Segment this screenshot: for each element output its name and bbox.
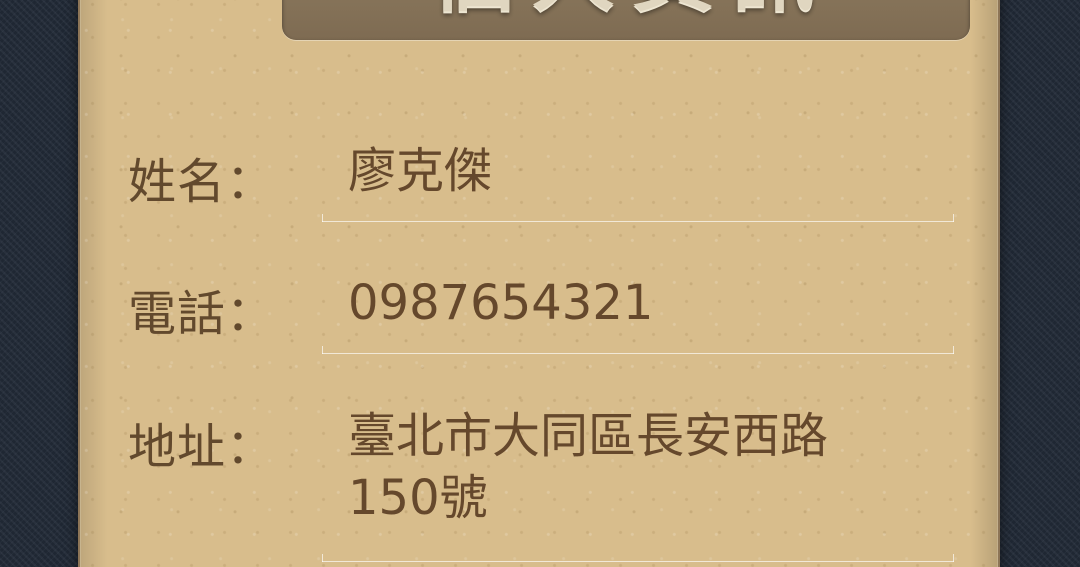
phone-separator xyxy=(322,346,954,354)
profile-screen: 個人資訊 姓名： 廖克傑 電話： 0987654321 地址： 臺北市大同區長安… xyxy=(0,0,1080,567)
phone-label: 電話： xyxy=(128,286,276,342)
address-separator xyxy=(322,554,954,562)
address-label: 地址： xyxy=(128,419,276,475)
title-panel: 個人資訊 xyxy=(282,0,970,40)
name-separator xyxy=(322,214,954,222)
page-title: 個人資訊 xyxy=(382,0,882,27)
name-value: 廖克傑 xyxy=(348,143,493,199)
name-label: 姓名： xyxy=(128,154,276,210)
phone-value: 0987654321 xyxy=(348,275,654,331)
address-value: 臺北市大同區長安西路150號 xyxy=(348,408,829,526)
